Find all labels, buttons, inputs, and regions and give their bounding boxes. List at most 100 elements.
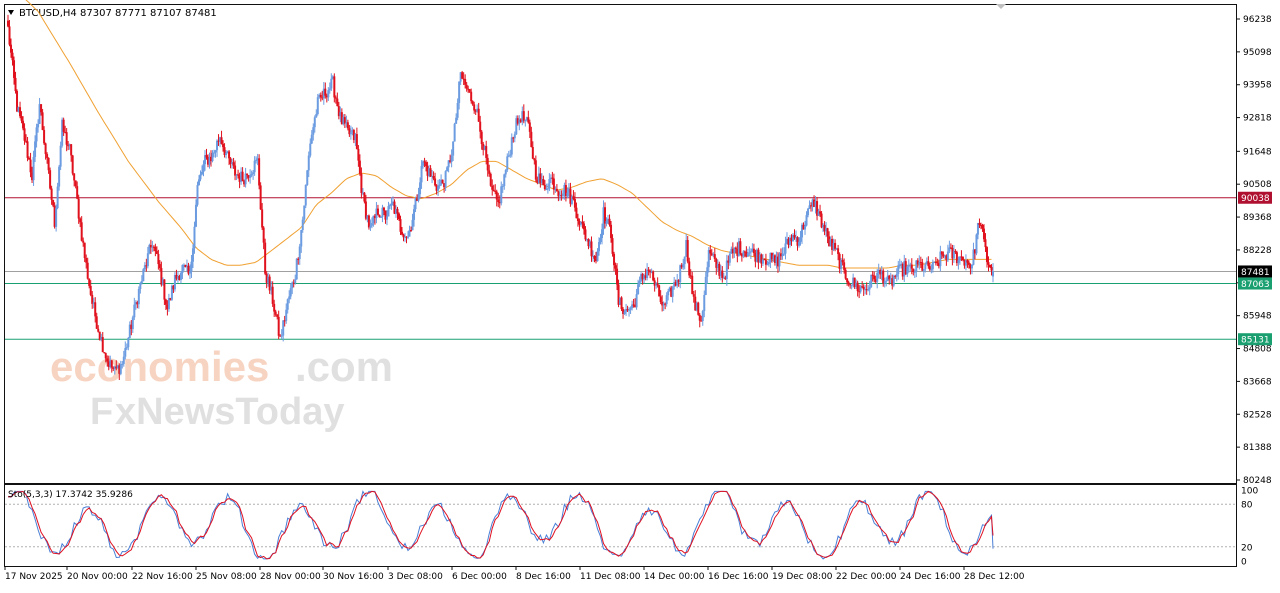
chart-svg[interactable]: economies .com F xNewsToday BTCUSD,H4 87… <box>0 0 1280 589</box>
candle-body <box>533 158 536 161</box>
price-tick-label: 82528 <box>1243 410 1272 420</box>
candle-body <box>193 226 196 249</box>
candle-body <box>390 203 393 206</box>
candle-body <box>155 251 158 254</box>
time-tick-label: 3 Dec 08:00 <box>388 572 443 582</box>
candle-body <box>346 122 349 129</box>
candle-body <box>613 253 616 266</box>
candle-body <box>566 192 569 197</box>
candle-body <box>728 253 731 263</box>
candle-body <box>444 171 447 188</box>
time-tick-label: 24 Dec 16:00 <box>900 572 961 582</box>
candle-body <box>14 77 17 92</box>
candle-body <box>396 208 399 214</box>
candle-body <box>432 175 435 179</box>
candle-body <box>497 199 500 203</box>
watermark-brand-line2-a: F <box>90 391 113 433</box>
candle-body <box>413 209 416 220</box>
candle-body <box>20 116 23 121</box>
candle-body <box>349 132 352 135</box>
candle-body <box>509 154 512 156</box>
candle-body <box>313 117 316 128</box>
time-tick-label: 30 Nov 16:00 <box>323 572 384 582</box>
time-tick-label: 28 Nov 00:00 <box>260 572 321 582</box>
candle-body <box>638 280 641 285</box>
candle-body <box>637 284 640 295</box>
candle-body <box>709 250 712 254</box>
candle-body <box>646 269 649 279</box>
candle-body <box>671 286 674 297</box>
candle-body <box>907 265 910 267</box>
candle-body <box>506 156 509 171</box>
resistance-price-label: 90038 <box>1241 194 1270 204</box>
candle-body <box>593 255 596 259</box>
candle-body <box>697 302 700 315</box>
chart-area[interactable]: economies .com F xNewsToday BTCUSD,H4 87… <box>0 0 1280 589</box>
candle-body <box>196 185 199 205</box>
candle-body <box>358 160 361 174</box>
candle-body <box>548 179 551 189</box>
candle-body <box>455 117 458 124</box>
candle-body <box>623 311 626 314</box>
candle-body <box>330 78 333 89</box>
stochastic-label: Sto(5,3,3) 17.3742 35.9286 <box>8 490 133 500</box>
candle-body <box>419 182 422 195</box>
candle-body <box>370 223 373 226</box>
candle-body <box>713 254 716 259</box>
candle-body <box>897 265 900 275</box>
candle-body <box>434 178 437 186</box>
candle-body <box>411 219 414 231</box>
candle-body <box>766 264 769 266</box>
candle-body <box>739 241 742 254</box>
price-tick-label: 91648 <box>1243 147 1272 157</box>
price-tick-label: 90508 <box>1243 180 1272 190</box>
candle-body <box>140 281 143 284</box>
candle-body <box>992 271 994 277</box>
candle-body <box>734 247 737 249</box>
candle-body <box>584 229 587 240</box>
time-tick-label: 8 Dec 16:00 <box>516 572 571 582</box>
candle-body <box>382 207 385 211</box>
candle-body <box>191 248 194 262</box>
symbol-label: BTCUSD,H4 <box>19 8 77 19</box>
candle-body <box>369 225 372 228</box>
candle-body <box>188 271 191 274</box>
candle-body <box>704 276 707 295</box>
candle-body <box>10 44 13 53</box>
candle-body <box>528 122 531 132</box>
candle-body <box>582 223 585 230</box>
candle-body <box>216 140 219 151</box>
candle-body <box>376 208 379 215</box>
candle-body <box>23 128 26 141</box>
candle-body <box>274 311 277 315</box>
candle-body <box>139 283 142 290</box>
candle-body <box>76 186 79 199</box>
candle-body <box>581 221 584 224</box>
candle-body <box>264 242 267 274</box>
candle-body <box>273 303 276 312</box>
candle-body <box>658 285 661 297</box>
candle-body <box>620 297 623 310</box>
candle-body <box>940 251 943 255</box>
candle-body <box>319 94 322 98</box>
candle-body <box>452 141 455 156</box>
candle-body <box>488 170 491 174</box>
candle-body <box>530 131 533 148</box>
candle-body <box>86 262 89 279</box>
candle-body <box>282 320 285 336</box>
candle-body <box>142 269 145 282</box>
candle-body <box>546 188 549 190</box>
candle-body <box>367 215 370 228</box>
candle-body <box>167 298 170 310</box>
candle-body <box>841 259 844 263</box>
candle-body <box>213 152 216 154</box>
candle-body <box>892 275 895 286</box>
candle-body <box>194 204 197 227</box>
candle-body <box>127 337 130 348</box>
candle-body <box>867 289 870 291</box>
candle-body <box>94 302 97 317</box>
candle-body <box>11 52 14 61</box>
candle-body <box>910 264 913 269</box>
watermark-brand-part1: economies <box>50 343 269 390</box>
candle-body <box>388 205 391 207</box>
